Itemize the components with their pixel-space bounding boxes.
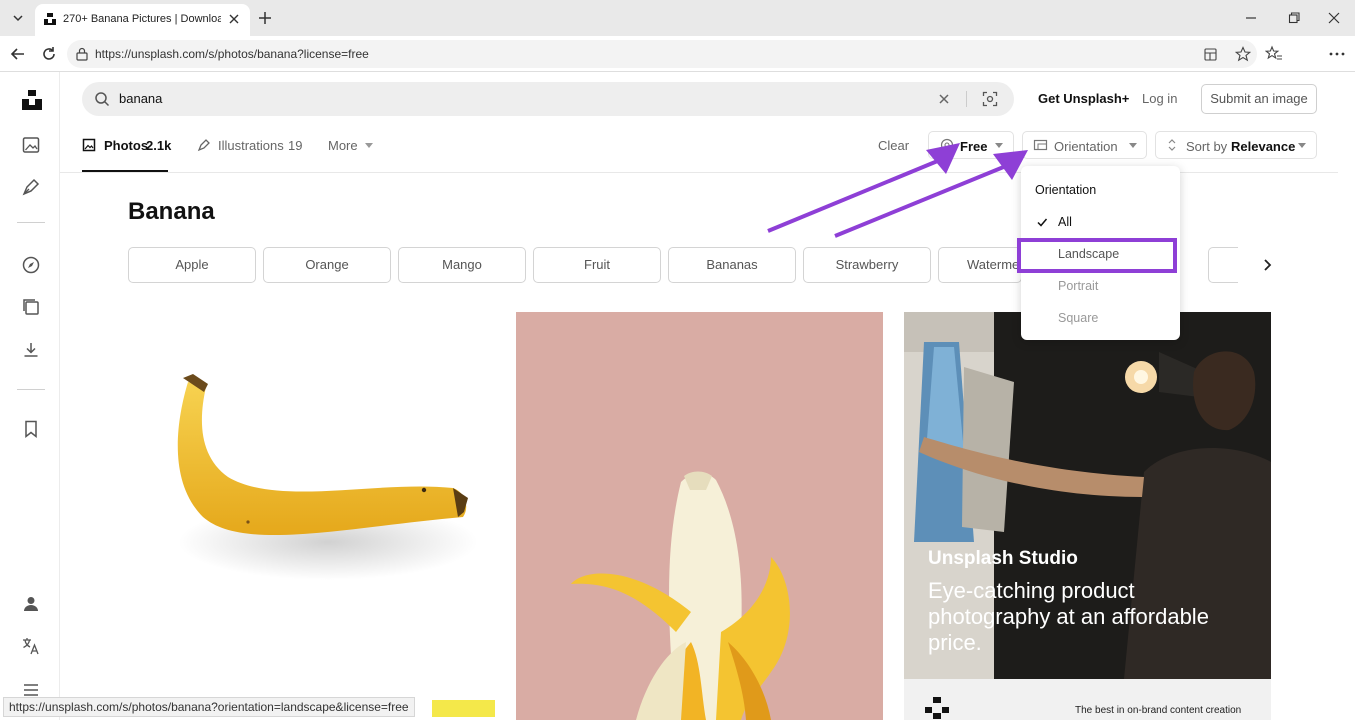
search-icon bbox=[94, 91, 110, 107]
close-tab-icon[interactable] bbox=[227, 12, 241, 26]
tab-more[interactable]: More bbox=[328, 134, 378, 158]
dropdown-title: Orientation bbox=[1035, 183, 1097, 197]
orientation-icon bbox=[1033, 138, 1048, 152]
address-bar-row: https://unsplash.com/s/photos/banana?lic… bbox=[0, 36, 1355, 72]
license-filter-dropdown[interactable]: Free bbox=[928, 131, 1014, 159]
license-filter-label: Free bbox=[960, 139, 988, 154]
checkmark-icon bbox=[1036, 216, 1048, 228]
illustrations-tab-count: 19 bbox=[288, 138, 303, 153]
photos-nav-icon[interactable] bbox=[21, 135, 41, 155]
app-available-icon[interactable] bbox=[1203, 47, 1218, 62]
more-tab-label: More bbox=[328, 138, 358, 153]
sort-filter-dropdown[interactable]: Sort by Relevance bbox=[1155, 131, 1317, 159]
search-bar[interactable]: banana bbox=[82, 82, 1014, 116]
account-person-icon[interactable] bbox=[21, 594, 41, 614]
landscape-highlight-box bbox=[1017, 238, 1177, 273]
orientation-filter-dropdown[interactable]: Orientation bbox=[1022, 131, 1147, 159]
url-text: https://unsplash.com/s/photos/banana?lic… bbox=[95, 47, 369, 61]
sort-arrows-icon bbox=[1166, 138, 1178, 152]
orientation-option-portrait[interactable]: Portrait bbox=[1058, 279, 1098, 293]
photos-tab-count: 2.1k bbox=[146, 138, 172, 153]
photo-card[interactable] bbox=[516, 312, 883, 720]
photo-card[interactable] bbox=[128, 312, 495, 720]
unsplash-favicon-icon bbox=[43, 12, 57, 26]
unsplash-studio-ad[interactable]: Unsplash Studio Eye-catching product pho… bbox=[904, 312, 1271, 679]
chevron-down-icon bbox=[995, 143, 1003, 148]
visual-search-icon[interactable] bbox=[982, 91, 998, 107]
ad-brand: Unsplash Studio bbox=[928, 548, 1078, 569]
photos-tab-icon bbox=[82, 138, 96, 152]
arrow-to-orientation-filter bbox=[834, 164, 1007, 238]
chevron-down-icon bbox=[1129, 143, 1137, 148]
ad-footer-text: The best in on-brand content creation bbox=[1075, 705, 1242, 716]
browser-tab-strip: 270+ Banana Pictures | Download bbox=[0, 0, 1355, 36]
related-chip[interactable]: Fruit bbox=[533, 247, 661, 283]
photos-tab-label: Photos bbox=[104, 138, 149, 153]
partial-yellow-image bbox=[432, 700, 495, 717]
chevron-right-icon[interactable] bbox=[1259, 257, 1275, 273]
browser-tab[interactable]: 270+ Banana Pictures | Download bbox=[35, 4, 250, 36]
search-input[interactable]: banana bbox=[119, 91, 162, 106]
download-icon[interactable] bbox=[21, 340, 41, 360]
close-window-icon[interactable] bbox=[1327, 11, 1341, 25]
back-icon[interactable] bbox=[9, 45, 27, 63]
site-info-lock-icon[interactable] bbox=[75, 47, 89, 61]
sidebar-divider bbox=[17, 222, 45, 223]
new-tab-icon[interactable] bbox=[257, 10, 273, 26]
page-title: Banana bbox=[128, 198, 215, 225]
url-field[interactable]: https://unsplash.com/s/photos/banana?lic… bbox=[67, 40, 1257, 68]
favorite-star-icon[interactable] bbox=[1235, 46, 1251, 62]
unsplash-studio-logo-icon bbox=[922, 695, 952, 719]
related-chip[interactable]: Bananas bbox=[668, 247, 796, 283]
related-chip[interactable]: Mango bbox=[398, 247, 526, 283]
related-chip[interactable]: Strawberry bbox=[803, 247, 931, 283]
collections-icon[interactable] bbox=[21, 297, 41, 317]
tab-list-chevron-icon[interactable] bbox=[10, 10, 26, 26]
sidebar-divider bbox=[17, 389, 45, 390]
arrow-to-free-filter bbox=[767, 158, 941, 233]
illustrations-pen-icon[interactable] bbox=[21, 177, 41, 197]
related-chip[interactable]: Apple bbox=[128, 247, 256, 283]
sort-prefix-label: Sort by bbox=[1186, 139, 1228, 154]
orientation-option-all[interactable]: All bbox=[1058, 215, 1072, 229]
tab-title: 270+ Banana Pictures | Download bbox=[63, 13, 221, 25]
peeled-banana-photo-image bbox=[571, 471, 790, 720]
chevron-down-icon bbox=[1298, 143, 1306, 148]
unsplash-logo-icon[interactable] bbox=[21, 89, 42, 110]
ad-footer-strip: The best in on-brand content creation bbox=[904, 679, 1271, 720]
orientation-option-square[interactable]: Square bbox=[1058, 311, 1098, 325]
clear-search-icon[interactable] bbox=[938, 93, 950, 105]
chip-edge bbox=[1208, 247, 1238, 283]
ad-headline: Eye-catching product photography at an a… bbox=[928, 578, 1209, 655]
bookmark-icon[interactable] bbox=[21, 419, 41, 439]
get-unsplash-plus-link[interactable]: Get Unsplash+ bbox=[1038, 91, 1129, 106]
left-sidebar bbox=[0, 72, 60, 720]
language-translate-icon[interactable] bbox=[21, 636, 41, 656]
sort-value-label: Relevance bbox=[1231, 139, 1296, 154]
orientation-filter-label: Orientation bbox=[1054, 139, 1118, 154]
restore-icon[interactable] bbox=[1287, 11, 1301, 25]
illustrations-tab-icon bbox=[197, 138, 211, 152]
illustrations-tab-label: Illustrations bbox=[218, 138, 284, 153]
more-menu-icon[interactable] bbox=[1328, 45, 1346, 63]
search-divider bbox=[966, 91, 967, 107]
banana-photo-image bbox=[177, 374, 478, 580]
submit-image-button[interactable]: Submit an image bbox=[1201, 84, 1317, 114]
login-link[interactable]: Log in bbox=[1142, 91, 1177, 106]
tab-photos[interactable]: Photos 2.1k bbox=[82, 134, 172, 158]
explore-compass-icon[interactable] bbox=[21, 255, 41, 275]
tab-illustrations[interactable]: Illustrations 19 bbox=[197, 134, 307, 158]
clear-filters-button[interactable]: Clear bbox=[878, 138, 909, 153]
chevron-down-icon bbox=[365, 143, 373, 148]
license-icon bbox=[940, 138, 954, 152]
minimize-icon[interactable] bbox=[1244, 11, 1258, 25]
reload-icon[interactable] bbox=[40, 45, 58, 63]
related-chip[interactable]: Orange bbox=[263, 247, 391, 283]
related-chip[interactable]: Waterme bbox=[938, 247, 1022, 283]
link-status-bar: https://unsplash.com/s/photos/banana?ori… bbox=[3, 697, 415, 717]
favorites-icon[interactable] bbox=[1265, 45, 1283, 63]
